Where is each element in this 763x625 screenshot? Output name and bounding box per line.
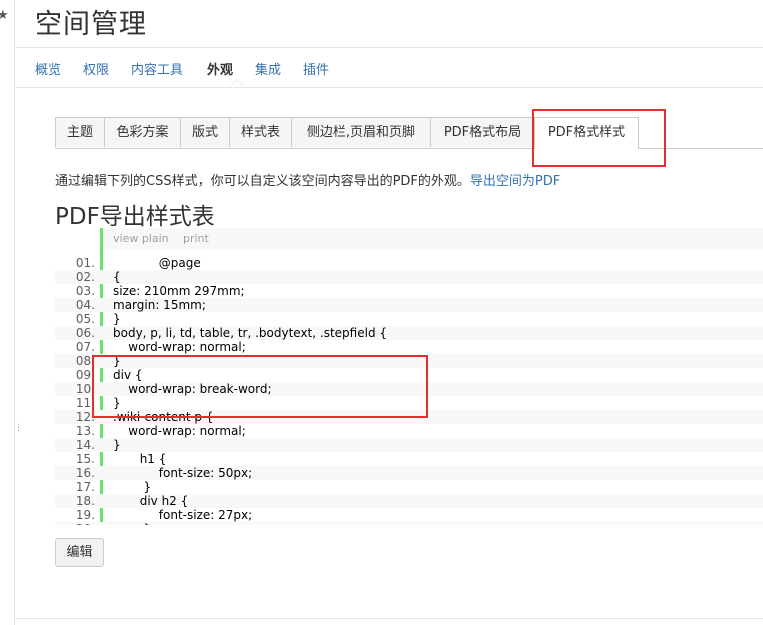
code-line-text: @page bbox=[113, 256, 201, 270]
code-line: 16. font-size: 50px; bbox=[55, 466, 763, 480]
code-line-text: { bbox=[113, 270, 121, 284]
left-sidebar-rail: ★ bbox=[0, 0, 15, 625]
code-line-number: 14. bbox=[75, 438, 95, 452]
code-line-text: font-size: 50px; bbox=[113, 466, 253, 480]
code-line-number: 20. bbox=[55, 522, 95, 525]
code-line-number: 17. bbox=[75, 480, 95, 494]
tab-pdf-layout[interactable]: PDF格式布局 bbox=[430, 117, 535, 147]
nav-item-overview[interactable]: 概览 bbox=[35, 59, 61, 78]
code-line-number: 10. bbox=[75, 382, 95, 396]
code-line-number: 06. bbox=[75, 326, 95, 340]
page-title: 空间管理 bbox=[35, 9, 147, 40]
nav-item-permissions[interactable]: 权限 bbox=[83, 59, 109, 78]
code-line: 14.} bbox=[55, 438, 763, 452]
code-line: 01. @page bbox=[55, 256, 763, 270]
code-line: 18. div h2 { bbox=[55, 494, 763, 508]
tab-color-scheme[interactable]: 色彩方案 bbox=[104, 117, 181, 147]
code-line-number: 15. bbox=[75, 452, 95, 466]
code-line: 03. size: 210mm 297mm; bbox=[55, 284, 763, 298]
tab-layout[interactable]: 版式 bbox=[180, 117, 230, 147]
code-line-text: word-wrap: normal; bbox=[113, 340, 246, 354]
page-header: 空间管理 bbox=[15, 0, 763, 48]
active-nav-caret-icon bbox=[230, 79, 244, 86]
intro-description: 通过编辑下列的CSS样式，你可以自定义该空间内容导出的PDF的外观。 bbox=[55, 174, 470, 189]
code-line-number: 01. bbox=[75, 256, 95, 270]
code-line-number: 04. bbox=[75, 298, 95, 312]
pdf-stylesheet-heading: PDF导出样式表 bbox=[55, 204, 215, 230]
code-line-number: 09. bbox=[75, 368, 95, 382]
nav-item-integrations[interactable]: 集成 bbox=[255, 59, 281, 78]
code-line: 02. { bbox=[55, 270, 763, 284]
code-line-text: font-size: 27px; bbox=[113, 508, 253, 522]
code-line: 17. } bbox=[55, 480, 763, 494]
code-line-text: size: 210mm 297mm; bbox=[113, 284, 245, 298]
code-line-number: 11. bbox=[75, 396, 95, 410]
code-line: 04. margin: 15mm; bbox=[55, 298, 763, 312]
code-line: 06. body, p, li, td, table, tr, .bodytext… bbox=[55, 326, 763, 340]
code-line-number: 02. bbox=[75, 270, 95, 284]
highlight-box-div-rule bbox=[92, 355, 428, 418]
code-line-number: 03. bbox=[75, 284, 95, 298]
code-line-number: 18. bbox=[75, 494, 95, 508]
code-line: 19. font-size: 27px; bbox=[55, 508, 763, 522]
code-line-number: 07. bbox=[75, 340, 95, 354]
tab-themes[interactable]: 主题 bbox=[55, 117, 105, 147]
tab-sidebar-header-footer[interactable]: 侧边栏,页眉和页脚 bbox=[291, 117, 431, 147]
code-toolbar: view plain print bbox=[100, 228, 763, 250]
code-line-text: h1 { bbox=[113, 452, 167, 466]
footer-divider bbox=[15, 618, 763, 619]
export-space-pdf-link[interactable]: 导出空间为PDF bbox=[470, 174, 560, 189]
tab-stylesheet[interactable]: 样式表 bbox=[229, 117, 292, 147]
code-line-number: 13. bbox=[75, 424, 95, 438]
intro-text: 通过编辑下列的CSS样式，你可以自定义该空间内容导出的PDF的外观。导出空间为P… bbox=[55, 170, 560, 189]
code-line-text: margin: 15mm; bbox=[113, 298, 206, 312]
nav-item-content-tools[interactable]: 内容工具 bbox=[131, 59, 183, 78]
code-line: 13. word-wrap: normal; bbox=[55, 424, 763, 438]
resize-handle-icon[interactable]: · · · bbox=[17, 421, 20, 437]
code-line-number: 05. bbox=[75, 312, 95, 326]
code-line: 20. } bbox=[55, 522, 763, 525]
code-line-text: div h2 { bbox=[113, 494, 189, 508]
code-line-text: word-wrap: normal; bbox=[113, 424, 246, 438]
space-admin-nav: 概览 权限 内容工具 外观 集成 插件 bbox=[15, 47, 763, 88]
code-line-number: 12. bbox=[75, 410, 95, 424]
code-line-number: 19. bbox=[75, 508, 95, 522]
code-line-number: 08. bbox=[75, 354, 95, 368]
print-link[interactable]: print bbox=[183, 232, 209, 245]
view-plain-link[interactable]: view plain bbox=[113, 232, 169, 245]
code-line-text: } bbox=[113, 522, 152, 525]
code-line: 07. word-wrap: normal; bbox=[55, 340, 763, 354]
star-icon[interactable]: ★ bbox=[0, 9, 9, 22]
nav-item-look-and-feel[interactable]: 外观 bbox=[207, 59, 233, 78]
code-line: 05.} bbox=[55, 312, 763, 326]
code-line-text: } bbox=[113, 438, 121, 452]
code-line-number: 16. bbox=[75, 466, 95, 480]
code-line-text: body, p, li, td, table, tr, .bodytext, .… bbox=[113, 326, 388, 340]
code-line-text: } bbox=[113, 480, 152, 494]
highlight-box-pdf-stylesheet-tab bbox=[532, 109, 666, 167]
edit-button[interactable]: 编辑 bbox=[55, 538, 104, 567]
code-line: 15. h1 { bbox=[55, 452, 763, 466]
code-line-text: } bbox=[113, 312, 121, 326]
nav-item-add-ons[interactable]: 插件 bbox=[303, 59, 329, 78]
